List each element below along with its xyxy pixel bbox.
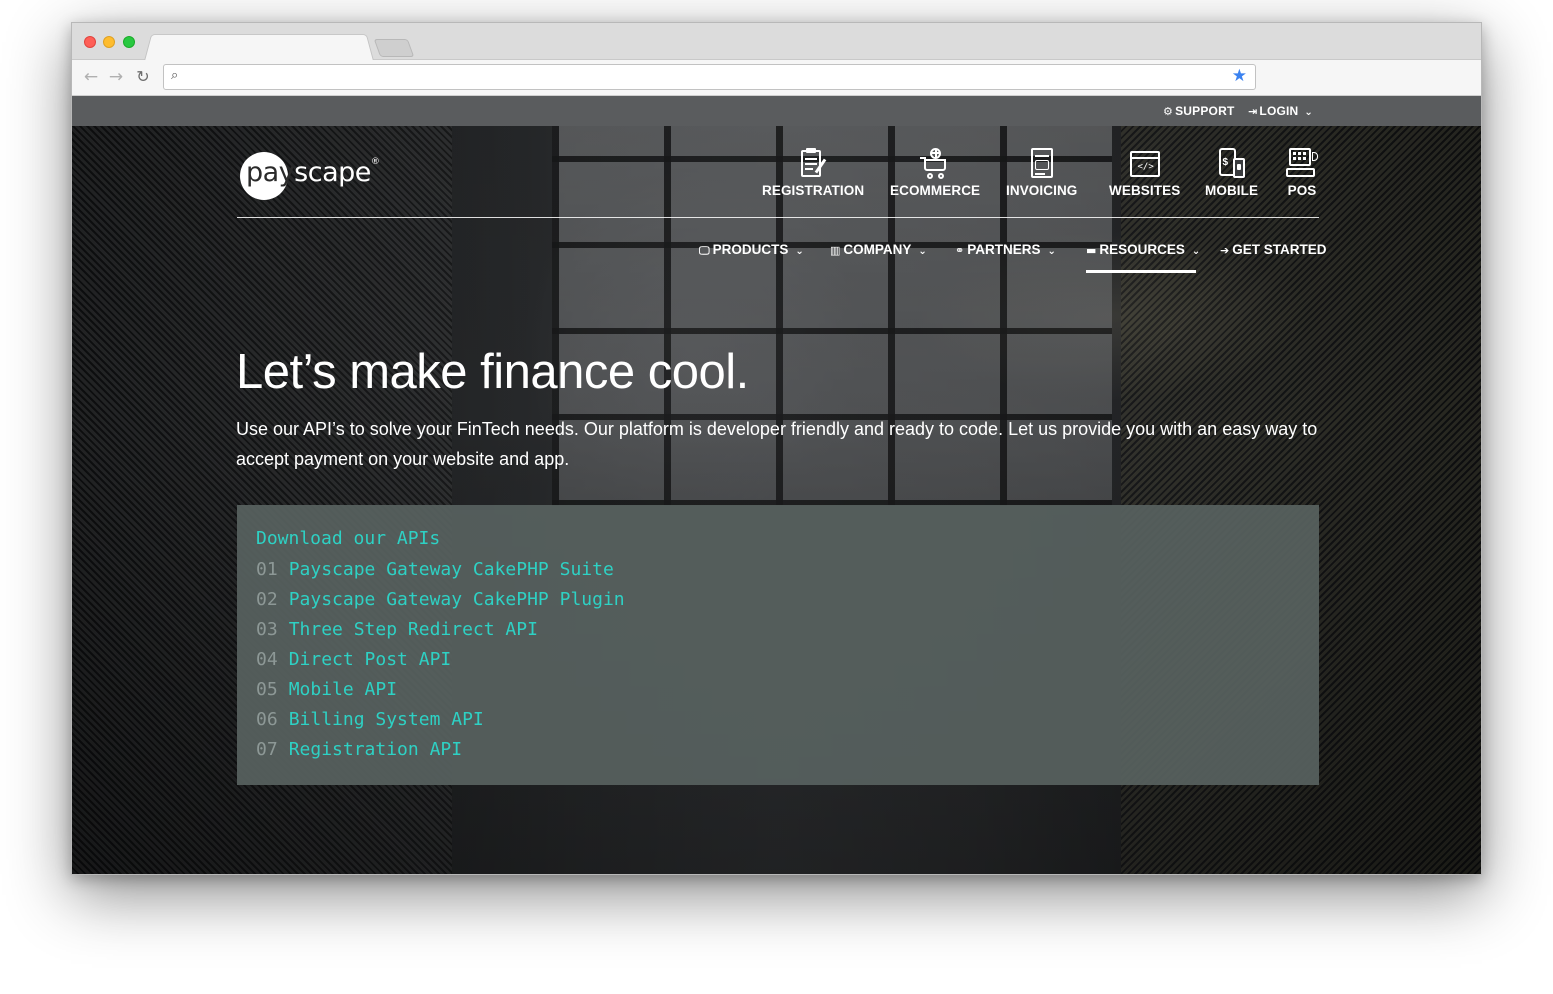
api-download-box: Download our APIs 01 Payscape Gateway Cak…	[237, 505, 1319, 785]
nav-resources[interactable]: ▬ RESOURCES ⌄	[1086, 242, 1200, 257]
product-nav-websites[interactable]: </> WEBSITES	[1109, 148, 1180, 198]
product-nav-label: REGISTRATION	[762, 183, 865, 198]
api-list-item: 05 Mobile API	[256, 678, 625, 708]
api-list-item: 04 Direct Post API	[256, 648, 625, 678]
product-nav-label: INVOICING	[1006, 183, 1078, 198]
api-list-item: 03 Three Step Redirect API	[256, 618, 625, 648]
invoice-icon	[1026, 148, 1058, 180]
api-item-number: 04	[256, 649, 278, 670]
chevron-down-icon: ⌄	[918, 246, 927, 257]
nav-company[interactable]: ▥ COMPANY ⌄	[830, 242, 927, 257]
chevron-down-icon: ⌄	[1304, 107, 1314, 118]
hero-subtext: Use our API’s to solve your FinTech need…	[236, 419, 1318, 469]
chevron-down-icon: ⌄	[1047, 246, 1056, 257]
maximize-window-button[interactable]	[123, 36, 135, 48]
nav-divider	[237, 217, 1319, 218]
api-list-item: 01 Payscape Gateway CakePHP Suite	[256, 558, 625, 588]
handshake-icon: ⚭	[955, 244, 965, 257]
pos-terminal-icon	[1286, 148, 1318, 180]
nav-get-started[interactable]: ➔ GET STARTED	[1220, 242, 1326, 257]
reload-icon[interactable]: ↻	[133, 66, 153, 88]
nav-get-started-label: GET STARTED	[1232, 242, 1327, 257]
folder-icon: ▬	[1086, 244, 1097, 257]
chevron-down-icon: ⌄	[795, 246, 804, 257]
nav-products[interactable]: 🖵 PRODUCTS ⌄	[699, 242, 804, 258]
support-label: SUPPORT	[1175, 104, 1235, 118]
browser-toolbar: ← → ↻ ⌕ ★	[72, 60, 1481, 96]
api-link[interactable]: Payscape Gateway CakePHP Plugin	[289, 589, 625, 610]
gear-icon: ⚙	[1163, 105, 1174, 118]
nav-products-label: PRODUCTS	[712, 242, 789, 257]
api-item-number: 06	[256, 709, 278, 730]
product-nav-invoicing[interactable]: INVOICING	[1006, 148, 1077, 198]
api-list-item: 02 Payscape Gateway CakePHP Plugin	[256, 588, 625, 618]
nav-resources-label: RESOURCES	[1099, 242, 1185, 257]
api-list-item: 07 Registration API	[256, 738, 625, 768]
search-icon: ⌕	[171, 68, 179, 83]
new-tab-button[interactable]	[373, 39, 415, 57]
code-window-icon: </>	[1129, 148, 1161, 180]
api-link[interactable]: Registration API	[289, 739, 462, 760]
close-window-button[interactable]	[84, 36, 96, 48]
api-box-title: Download our APIs	[256, 528, 441, 549]
minimize-window-button[interactable]	[103, 36, 115, 48]
api-item-number: 05	[256, 679, 278, 700]
website: ⚙ SUPPORT ⇥ LOGIN ⌄ payscape® REGISTRATI…	[72, 96, 1481, 874]
product-nav-label: POS	[1287, 183, 1317, 198]
hero-headline: Let’s make finance cool.	[236, 345, 749, 399]
login-link[interactable]: ⇥ LOGIN ⌄	[1248, 104, 1313, 118]
product-nav-pos[interactable]: POS	[1286, 148, 1318, 198]
product-nav-label: ECOMMERCE	[890, 183, 981, 198]
address-bar[interactable]: ⌕ ★	[163, 64, 1256, 90]
nav-company-label: COMPANY	[843, 242, 912, 257]
api-link[interactable]: Billing System API	[289, 709, 484, 730]
api-link[interactable]: Payscape Gateway CakePHP Suite	[289, 559, 614, 580]
api-item-number: 03	[256, 619, 278, 640]
active-nav-indicator	[1086, 270, 1196, 273]
utility-bar: ⚙ SUPPORT ⇥ LOGIN ⌄	[72, 96, 1481, 126]
product-nav-ecommerce[interactable]: ECOMMERCE	[890, 148, 980, 198]
product-nav-label: WEBSITES	[1109, 183, 1181, 198]
product-nav-registration[interactable]: REGISTRATION	[762, 148, 864, 198]
product-nav-label: MOBILE	[1205, 183, 1259, 198]
api-link[interactable]: Three Step Redirect API	[289, 619, 538, 640]
tab-strip	[72, 23, 1481, 61]
back-arrow-icon[interactable]: ←	[81, 66, 101, 88]
nav-partners-label: PARTNERS	[967, 242, 1041, 257]
api-item-number: 07	[256, 739, 278, 760]
building-icon: ▥	[830, 244, 841, 257]
clipboard-icon	[797, 148, 829, 180]
api-list: 01 Payscape Gateway CakePHP Suite 02 Paysc…	[256, 558, 625, 768]
api-list-item: 06 Billing System API	[256, 708, 625, 738]
api-link[interactable]: Mobile API	[289, 679, 397, 700]
arrow-right-icon: ➔	[1220, 244, 1230, 257]
cart-icon	[919, 148, 951, 180]
support-link[interactable]: ⚙ SUPPORT	[1163, 104, 1234, 118]
api-item-number: 01	[256, 559, 278, 580]
api-item-number: 02	[256, 589, 278, 610]
forward-arrow-icon[interactable]: →	[106, 66, 126, 88]
monitor-icon: 🖵	[699, 244, 710, 257]
mobile-icon: $	[1216, 148, 1248, 180]
active-tab[interactable]	[144, 34, 374, 61]
nav-partners[interactable]: ⚭ PARTNERS ⌄	[955, 242, 1056, 257]
browser-window: ← → ↻ ⌕ ★ ⚙SUPPORT ⇥LOGIN ⌄ payscape®	[71, 22, 1482, 875]
bookmark-star-icon[interactable]: ★	[1232, 66, 1247, 86]
chevron-down-icon: ⌄	[1191, 246, 1201, 257]
login-label: LOGIN	[1259, 104, 1299, 118]
hero-section: payscape® REGISTRATION ECOMMERCE INVOICI…	[72, 126, 1481, 874]
sign-in-icon: ⇥	[1248, 105, 1258, 118]
product-nav-mobile[interactable]: $ MOBILE	[1205, 148, 1258, 198]
logo-wordmark: payscape®	[246, 157, 380, 188]
api-link[interactable]: Direct Post API	[289, 649, 452, 670]
